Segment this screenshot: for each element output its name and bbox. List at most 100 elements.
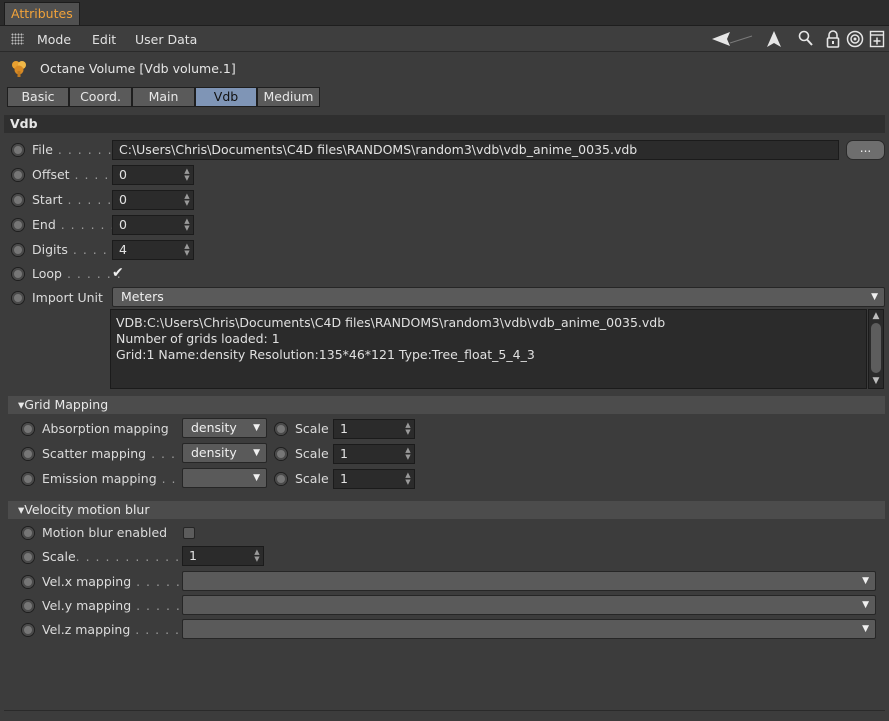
absorption-scale-spinner[interactable]: ▲ ▼ (405, 422, 411, 436)
section-header-vdb: Vdb (4, 115, 885, 133)
scatter-scale-label: Scale (295, 446, 329, 461)
object-title: Octane Volume [Vdb volume.1] (40, 61, 236, 76)
scatter-mapping-label: Scatter mapping . . . . (42, 446, 186, 461)
vel-y-mapping-label: Vel.y mapping . . . . . . (42, 598, 191, 613)
loop-checkbox[interactable]: ✔ (112, 264, 124, 282)
menu-mode[interactable]: Mode (37, 31, 71, 49)
import-unit-keyframe-radio[interactable] (11, 291, 25, 305)
tab-main[interactable]: Main (132, 87, 195, 107)
panel-bottom-divider (4, 710, 885, 711)
absorption-mapping-label: Absorption mapping (42, 421, 169, 436)
chevron-down-icon: ▼ (871, 292, 878, 302)
absorption-mapping-dropdown[interactable]: density ▼ (182, 418, 267, 438)
back-arrow-icon[interactable] (708, 28, 756, 50)
absorption-scale-label: Scale (295, 421, 329, 436)
octane-volume-icon (10, 59, 28, 77)
offset-spinner[interactable]: ▲ ▼ (184, 168, 190, 182)
file-path-input[interactable]: C:\Users\Chris\Documents\C4D files\RANDO… (112, 140, 839, 160)
import-unit-value: Meters (121, 289, 164, 304)
panel-tab-strip (0, 0, 889, 26)
end-keyframe-radio[interactable] (11, 218, 25, 232)
scatter-scale-input[interactable]: 1 ▲ ▼ (333, 444, 415, 464)
vel-x-keyframe-radio[interactable] (21, 575, 35, 589)
absorption-mapping-value: density (191, 420, 237, 435)
group-header-velocity-motion-blur[interactable]: ▾Velocity motion blur (8, 501, 885, 519)
vel-z-mapping-dropdown[interactable]: ▼ (182, 619, 876, 639)
absorption-scale-input[interactable]: 1 ▲ ▼ (333, 419, 415, 439)
offset-keyframe-radio[interactable] (11, 168, 25, 182)
end-spinner[interactable]: ▲ ▼ (184, 218, 190, 232)
motion-blur-enabled-checkbox[interactable] (183, 527, 195, 539)
scatter-scale-spinner[interactable]: ▲ ▼ (405, 447, 411, 461)
motion-blur-enabled-label: Motion blur enabled (42, 525, 168, 540)
emission-mapping-dropdown[interactable]: ▼ (182, 468, 267, 488)
menu-edit[interactable]: Edit (92, 31, 116, 49)
cursor-up-icon[interactable] (764, 28, 784, 50)
tab-medium[interactable]: Medium (257, 87, 320, 107)
menu-user-data[interactable]: User Data (135, 31, 197, 49)
info-line: Number of grids loaded: 1 (116, 331, 280, 346)
info-scroll-thumb[interactable] (871, 323, 881, 373)
chevron-down-icon: ▼ (253, 473, 260, 483)
chevron-down-icon: ▼ (862, 576, 869, 586)
scatter-keyframe-radio[interactable] (21, 447, 35, 461)
start-keyframe-radio[interactable] (11, 193, 25, 207)
chevron-down-icon: ▼ (862, 624, 869, 634)
group-header-grid-mapping[interactable]: ▾Grid Mapping (8, 396, 885, 414)
tab-basic[interactable]: Basic (7, 87, 69, 107)
end-input[interactable]: 0 ▲ ▼ (112, 215, 194, 235)
vel-z-mapping-label: Vel.z mapping . . . . . . (42, 622, 190, 637)
scatter-scale-keyframe-radio[interactable] (274, 447, 288, 461)
emission-mapping-label: Emission mapping . . (42, 471, 177, 486)
absorption-scale-keyframe-radio[interactable] (274, 422, 288, 436)
scatter-mapping-value: density (191, 445, 237, 460)
digits-input[interactable]: 4 ▲ ▼ (112, 240, 194, 260)
offset-label: Offset . . . . . (32, 167, 120, 182)
chevron-down-icon: ▼ (862, 600, 869, 610)
grip-icon[interactable] (11, 33, 24, 45)
lock-icon[interactable] (823, 28, 843, 50)
vdb-info-textbox[interactable]: VDB:C:\Users\Chris\Documents\C4D files\R… (110, 309, 867, 389)
velocity-scale-spinner[interactable]: ▲ ▼ (254, 549, 260, 563)
absorption-keyframe-radio[interactable] (21, 422, 35, 436)
scatter-mapping-dropdown[interactable]: density ▼ (182, 443, 267, 463)
info-line: VDB:C:\Users\Chris\Documents\C4D files\R… (116, 315, 666, 330)
attributes-tab[interactable]: Attributes (4, 2, 80, 25)
vel-z-keyframe-radio[interactable] (21, 623, 35, 637)
emission-scale-label: Scale (295, 471, 329, 486)
start-label: Start . . . . . . (32, 192, 123, 207)
loop-keyframe-radio[interactable] (11, 267, 25, 281)
start-input[interactable]: 0 ▲ ▼ (112, 190, 194, 210)
emission-scale-keyframe-radio[interactable] (274, 472, 288, 486)
import-unit-dropdown[interactable]: Meters ▼ (112, 287, 885, 307)
offset-input[interactable]: 0 ▲ ▼ (112, 165, 194, 185)
search-icon[interactable] (795, 28, 815, 50)
digits-spinner[interactable]: ▲ ▼ (184, 243, 190, 257)
digits-label: Digits . . . . . (32, 242, 118, 257)
tab-coord[interactable]: Coord. (69, 87, 132, 107)
vel-x-mapping-label: Vel.x mapping . . . . . . (42, 574, 191, 589)
vel-y-keyframe-radio[interactable] (21, 599, 35, 613)
tab-vdb[interactable]: Vdb (195, 87, 257, 107)
info-line: Grid:1 Name:density Resolution:135*46*12… (116, 347, 535, 362)
file-keyframe-radio[interactable] (11, 143, 25, 157)
emission-keyframe-radio[interactable] (21, 472, 35, 486)
loop-label: Loop . . . . . . (32, 266, 122, 281)
velocity-scale-keyframe-radio[interactable] (21, 550, 35, 564)
new-panel-icon[interactable] (868, 28, 886, 50)
velocity-scale-input[interactable]: 1 ▲ ▼ (182, 546, 264, 566)
emission-scale-spinner[interactable]: ▲ ▼ (405, 472, 411, 486)
start-spinner[interactable]: ▲ ▼ (184, 193, 190, 207)
file-browse-button[interactable]: ... (846, 140, 885, 160)
scroll-down-icon[interactable]: ▼ (868, 376, 884, 386)
chevron-down-icon: ▼ (253, 448, 260, 458)
vel-x-mapping-dropdown[interactable]: ▼ (182, 571, 876, 591)
vel-y-mapping-dropdown[interactable]: ▼ (182, 595, 876, 615)
scroll-up-icon[interactable]: ▲ (868, 311, 884, 321)
target-icon[interactable] (845, 28, 865, 50)
motion-blur-keyframe-radio[interactable] (21, 526, 35, 540)
chevron-down-icon: ▼ (253, 423, 260, 433)
emission-scale-input[interactable]: 1 ▲ ▼ (333, 469, 415, 489)
digits-keyframe-radio[interactable] (11, 243, 25, 257)
import-unit-label: Import Unit (32, 290, 103, 305)
